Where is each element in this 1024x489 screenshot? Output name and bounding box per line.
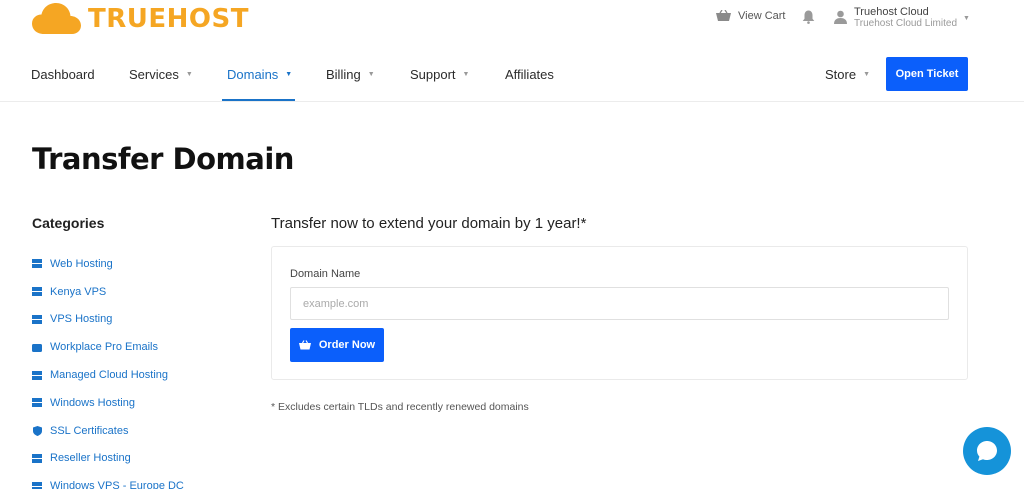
nav-label: Affiliates (505, 66, 554, 82)
view-cart-link[interactable]: View Cart (716, 10, 785, 22)
chevron-down-icon: ▼ (963, 14, 970, 22)
chevron-down-icon: ▼ (285, 70, 293, 78)
transfer-form: Domain Name Order Now (271, 246, 968, 380)
category-vps-hosting[interactable]: VPS Hosting (32, 306, 184, 334)
category-label: Workplace Pro Emails (50, 341, 158, 354)
account-name: Truehost Cloud (854, 6, 929, 18)
brand-name: TRUEHOST (88, 4, 249, 34)
domain-name-input[interactable] (290, 287, 949, 320)
top-bar: TRUEHOST View Cart Truehost Cloud Trueho… (0, 0, 1024, 40)
category-reseller-hosting[interactable]: Reseller Hosting (32, 445, 184, 473)
open-ticket-button[interactable]: Open Ticket (886, 57, 968, 91)
chevron-down-icon: ▼ (185, 70, 193, 78)
category-windows-hosting[interactable]: Windows Hosting (32, 389, 184, 417)
notifications-button[interactable] (802, 10, 815, 27)
basket-icon (716, 10, 731, 22)
category-workplace-pro-emails[interactable]: Workplace Pro Emails (32, 333, 184, 361)
page-title: Transfer Domain (32, 142, 294, 176)
view-cart-label: View Cart (738, 10, 786, 22)
nav-label: Domains (227, 66, 279, 82)
category-web-hosting[interactable]: Web Hosting (32, 250, 184, 278)
nav-dashboard[interactable]: Dashboard (31, 66, 95, 82)
order-now-button[interactable]: Order Now (290, 328, 384, 362)
category-label: VPS Hosting (50, 313, 113, 326)
nav-store[interactable]: Store ▼ (825, 66, 870, 82)
nav-support[interactable]: Support ▼ (410, 66, 469, 82)
active-tab-indicator (222, 99, 295, 101)
cloud-icon (32, 3, 81, 34)
categories-list: Web Hosting Kenya VPS VPS Hosting Workpl… (32, 250, 184, 489)
category-kenya-vps[interactable]: Kenya VPS (32, 278, 184, 306)
category-label: Kenya VPS (50, 285, 107, 298)
category-label: Managed Cloud Hosting (50, 369, 169, 382)
nav-services[interactable]: Services ▼ (129, 66, 193, 82)
transfer-footnote: * Excludes certain TLDs and recently ren… (271, 401, 529, 413)
account-company: Truehost Cloud Limited (854, 18, 958, 29)
server-icon (32, 481, 42, 489)
box-icon (32, 342, 42, 352)
nav-label: Store (825, 66, 857, 82)
server-icon (32, 259, 42, 269)
category-label: SSL Certificates (50, 424, 129, 437)
category-label: Windows VPS - Europe DC (50, 480, 184, 489)
basket-icon (298, 340, 311, 350)
bell-icon (802, 10, 815, 27)
chevron-down-icon: ▼ (462, 70, 470, 78)
nav-label: Services (129, 66, 179, 82)
transfer-headline: Transfer now to extend your domain by 1 … (271, 215, 587, 232)
server-icon (32, 314, 42, 324)
nav-affiliates[interactable]: Affiliates (505, 66, 554, 82)
shield-icon (32, 425, 42, 436)
nav-label: Dashboard (31, 66, 95, 82)
server-icon (32, 453, 42, 463)
chat-bubble-icon (977, 441, 997, 461)
server-icon (32, 370, 42, 380)
user-icon (834, 10, 847, 27)
categories-heading: Categories (32, 215, 105, 231)
category-label: Reseller Hosting (50, 452, 131, 465)
brand-logo[interactable]: TRUEHOST (32, 2, 249, 36)
nav-label: Support (410, 66, 456, 82)
nav-label: Billing (326, 66, 361, 82)
category-managed-cloud-hosting[interactable]: Managed Cloud Hosting (32, 361, 184, 389)
category-windows-vps-europe-dc[interactable]: Windows VPS - Europe DC (32, 472, 184, 489)
nav-billing[interactable]: Billing ▼ (326, 66, 375, 82)
category-label: Windows Hosting (50, 396, 135, 409)
domain-name-label: Domain Name (290, 268, 361, 280)
chevron-down-icon: ▼ (367, 70, 375, 78)
account-menu[interactable]: Truehost Cloud Truehost Cloud Limited ▼ (834, 6, 970, 30)
chevron-down-icon: ▼ (863, 70, 871, 78)
order-now-label: Order Now (318, 339, 376, 351)
nav-domains[interactable]: Domains ▼ (227, 66, 292, 82)
category-ssl-certificates[interactable]: SSL Certificates (32, 417, 184, 445)
server-icon (32, 287, 42, 297)
category-label: Web Hosting (50, 257, 113, 270)
chat-launcher-button[interactable] (963, 427, 1011, 475)
server-icon (32, 398, 42, 408)
main-nav: Dashboard Services ▼ Domains ▼ Billing ▼… (0, 40, 1024, 102)
